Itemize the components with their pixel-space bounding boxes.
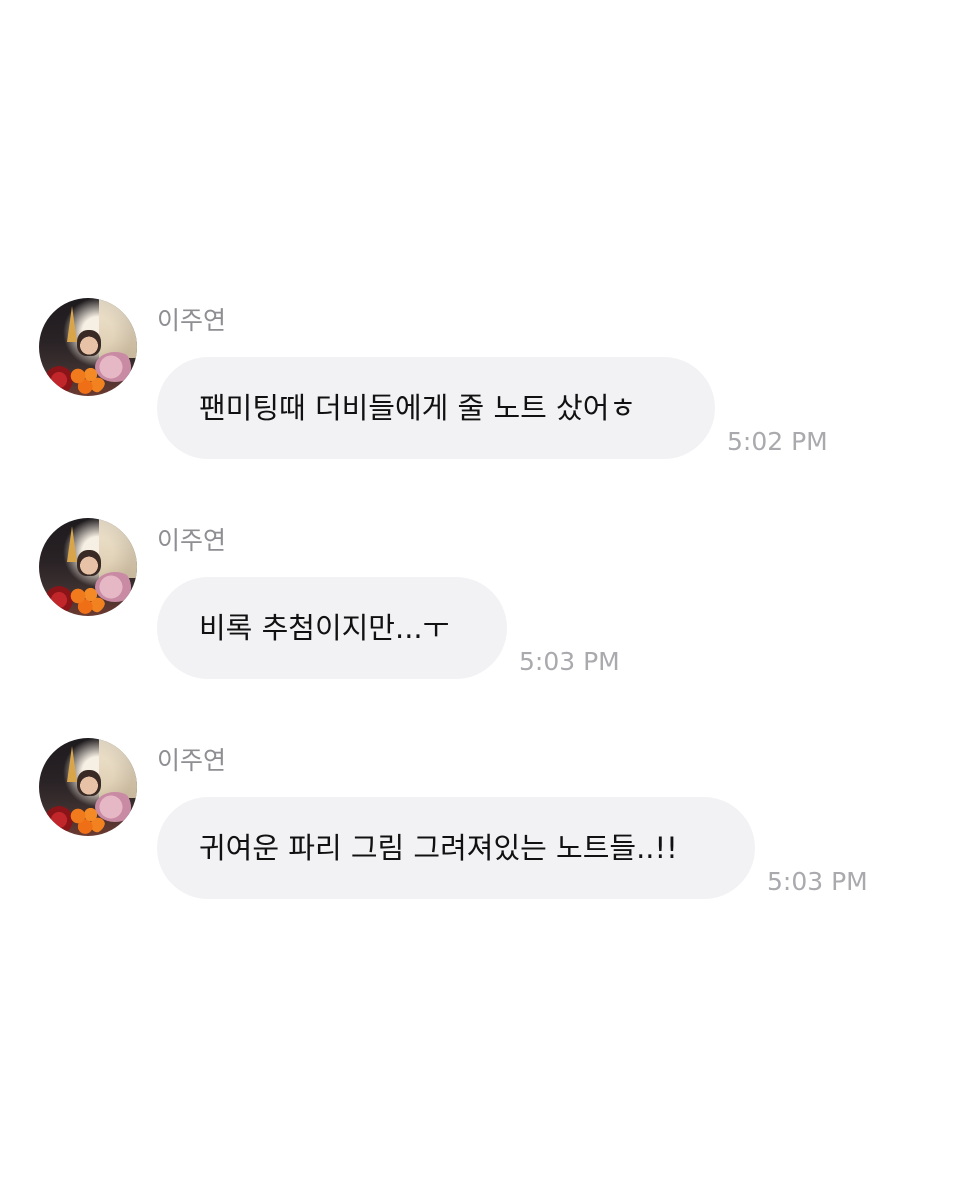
message-text: 팬미팅때 더비들에게 줄 노트 샀어ㅎ bbox=[199, 391, 637, 425]
sender-name: 이주연 bbox=[157, 306, 227, 335]
message-timestamp: 5:03 PM bbox=[519, 647, 620, 676]
message-bubble[interactable]: 귀여운 파리 그림 그려져있는 노트들..!! bbox=[157, 797, 755, 899]
message-row: 이주연 귀여운 파리 그림 그려져있는 노트들..!! 5:03 PM bbox=[0, 738, 960, 908]
sender-avatar[interactable] bbox=[39, 738, 137, 836]
message-timestamp: 5:03 PM bbox=[767, 867, 868, 896]
message-bubble[interactable]: 비록 추첨이지만...ㅜ bbox=[157, 577, 507, 679]
sender-avatar[interactable] bbox=[39, 518, 137, 616]
message-row: 이주연 팬미팅때 더비들에게 줄 노트 샀어ㅎ 5:02 PM bbox=[0, 298, 960, 468]
message-timestamp: 5:02 PM bbox=[727, 427, 828, 456]
message-text: 비록 추첨이지만...ㅜ bbox=[199, 611, 450, 645]
message-row: 이주연 비록 추첨이지만...ㅜ 5:03 PM bbox=[0, 518, 960, 688]
sender-name: 이주연 bbox=[157, 526, 227, 555]
message-text: 귀여운 파리 그림 그려져있는 노트들..!! bbox=[199, 831, 678, 865]
sender-avatar[interactable] bbox=[39, 298, 137, 396]
sender-name: 이주연 bbox=[157, 746, 227, 775]
message-bubble[interactable]: 팬미팅때 더비들에게 줄 노트 샀어ㅎ bbox=[157, 357, 715, 459]
chat-thread: 이주연 팬미팅때 더비들에게 줄 노트 샀어ㅎ 5:02 PM 이주연 비록 추… bbox=[0, 0, 960, 1200]
